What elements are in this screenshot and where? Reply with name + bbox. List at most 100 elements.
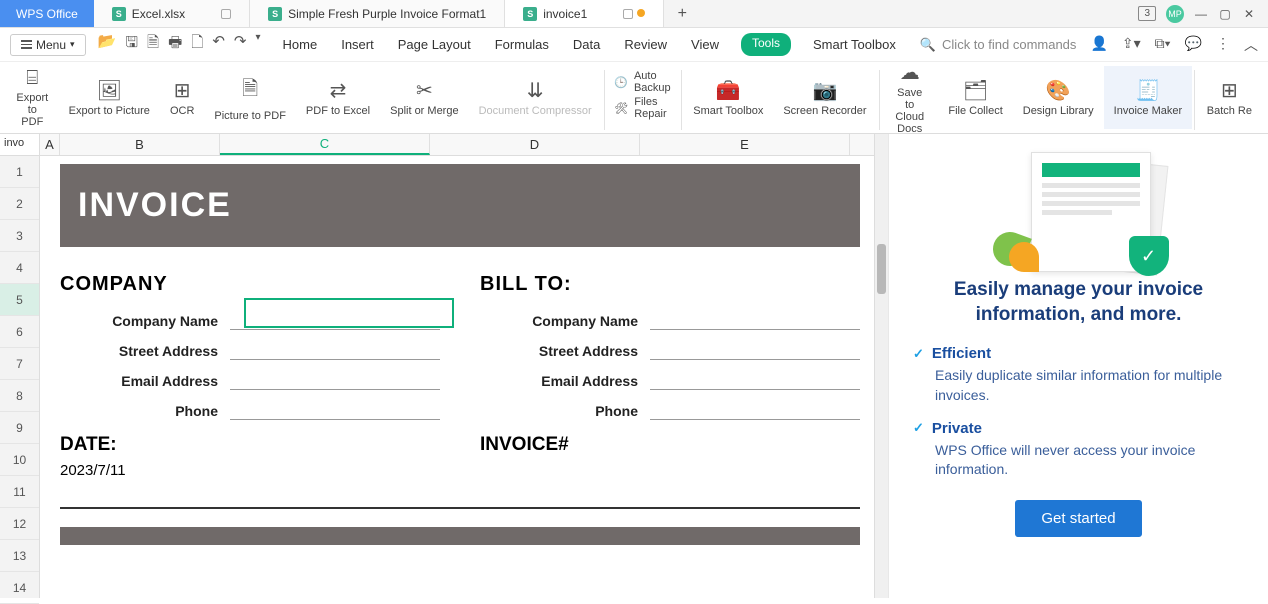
row-header-11[interactable]: 11 [0, 476, 39, 508]
user-avatar[interactable]: MP [1166, 5, 1184, 23]
tool-picture-to-pdf[interactable]: 🗎Picture to PDF [204, 66, 296, 129]
tool-smart-toolbox[interactable]: 🧰Smart Toolbox [683, 66, 773, 129]
row-header-2[interactable]: 2 [0, 188, 39, 220]
tool-auto-backup[interactable]: 🕒Auto Backup [614, 70, 670, 94]
row-gutter: invo 1234567891011121314 [0, 134, 40, 598]
name-box[interactable]: invo [0, 134, 39, 156]
row-header-3[interactable]: 3 [0, 220, 39, 252]
invoiceno-heading: INVOICE# [480, 434, 860, 456]
share-icon[interactable]: ⇪▾ [1122, 35, 1141, 55]
user-icon[interactable]: 👤 [1090, 35, 1107, 55]
bt-email-input[interactable] [650, 372, 860, 390]
tool-screen-recorder[interactable]: 📷Screen Recorder [773, 66, 876, 129]
ribbon-tab-formulas[interactable]: Formulas [493, 33, 551, 56]
row-header-8[interactable]: 8 [0, 380, 39, 412]
ribbon-tab-data[interactable]: Data [571, 33, 602, 56]
row-header-6[interactable]: 6 [0, 316, 39, 348]
close-window-button[interactable]: ✕ [1242, 7, 1256, 21]
get-started-button[interactable]: Get started [1015, 500, 1141, 537]
company-heading: COMPANY [60, 273, 440, 296]
tool-split-merge[interactable]: ✂Split or Merge [380, 66, 468, 129]
doc-tab-1[interactable]: S Excel.xlsx [94, 0, 250, 27]
row-header-1[interactable]: 1 [0, 156, 39, 188]
tool-design-library[interactable]: 🎨Design Library [1013, 66, 1104, 129]
bt-phone-input[interactable] [650, 402, 860, 420]
window-icon[interactable]: ⧉▾ [1155, 35, 1171, 55]
ribbon-tab-home[interactable]: Home [281, 33, 320, 56]
doc-tab-3[interactable]: S invoice1 [505, 0, 664, 27]
maximize-button[interactable]: ▢ [1218, 7, 1232, 21]
tool-batch[interactable]: ⊞Batch Re [1197, 66, 1262, 129]
street-input[interactable] [230, 342, 440, 360]
tab-window-icon[interactable] [221, 9, 231, 19]
feature-efficient: Efficient Easily duplicate similar infor… [913, 345, 1244, 405]
shield-check-icon: ✓ [1129, 236, 1169, 276]
collapse-ribbon-icon[interactable]: ︿ [1244, 35, 1258, 55]
print-icon[interactable]: 🖶 [168, 32, 182, 57]
scroll-thumb[interactable] [877, 244, 886, 294]
row-header-13[interactable]: 13 [0, 540, 39, 572]
tab-window-icon[interactable] [623, 9, 633, 19]
feature-desc: WPS Office will never access your invoic… [935, 441, 1244, 480]
split-icon: ✂ [416, 78, 433, 103]
row-header-9[interactable]: 9 [0, 412, 39, 444]
ribbon-tab-view[interactable]: View [689, 33, 721, 56]
tool-ocr[interactable]: ⊞OCR [160, 66, 204, 129]
feature-title: Efficient [913, 345, 1244, 362]
ribbon-tab-insert[interactable]: Insert [339, 33, 376, 56]
ribbon-tab-pagelayout[interactable]: Page Layout [396, 33, 473, 56]
ribbon-tab-tools[interactable]: Tools [741, 33, 791, 56]
bt-company-input[interactable] [650, 312, 860, 330]
col-header-c[interactable]: C [220, 134, 430, 155]
qat-more-icon[interactable]: ▾ [255, 32, 260, 57]
preview-icon[interactable]: 🗋 [191, 32, 203, 57]
tool-export-picture[interactable]: 🖼Export to Picture [59, 66, 160, 129]
new-tab-button[interactable]: + [664, 0, 700, 27]
col-header-e[interactable]: E [640, 134, 850, 155]
row-header-5[interactable]: 5 [0, 284, 39, 316]
ribbon-tab-smarttoolbox[interactable]: Smart Toolbox [811, 33, 898, 56]
toolbox-icon: 🧰 [716, 78, 741, 103]
pdf-excel-icon: ⇄ [330, 78, 347, 103]
undo-icon[interactable]: ↶ [212, 32, 225, 57]
active-cell[interactable] [244, 298, 454, 328]
vertical-scrollbar[interactable] [874, 134, 888, 598]
feature-private: Private WPS Office will never access you… [913, 420, 1244, 480]
row-header-4[interactable]: 4 [0, 252, 39, 284]
row-header-14[interactable]: 14 [0, 572, 39, 604]
bt-street-input[interactable] [650, 342, 860, 360]
col-header-d[interactable]: D [430, 134, 640, 155]
phone-input[interactable] [230, 402, 440, 420]
col-header-a[interactable]: A [40, 134, 60, 155]
unsaved-dot-icon [637, 9, 645, 17]
tool-export-pdf[interactable]: ⌸Export to PDF [6, 66, 59, 129]
panel-illustration: ✓ [989, 152, 1169, 272]
minimize-button[interactable]: — [1194, 7, 1208, 21]
command-search[interactable]: 🔍 Click to find commands [920, 37, 1077, 53]
email-label: Email Address [121, 373, 218, 389]
grid[interactable]: A B C D E INVOICE COMPANY Company Name S… [40, 134, 874, 598]
row-header-7[interactable]: 7 [0, 348, 39, 380]
email-input[interactable] [230, 372, 440, 390]
main-menu-button[interactable]: Menu ▾ [10, 34, 86, 56]
tool-pdf-to-excel[interactable]: ⇄PDF to Excel [296, 66, 380, 129]
doc-tab-2[interactable]: S Simple Fresh Purple Invoice Format1 [250, 0, 505, 27]
more-icon[interactable]: ⋮ [1216, 35, 1230, 55]
tool-invoice-maker[interactable]: 🧾Invoice Maker [1104, 66, 1192, 129]
chevron-down-icon: ▾ [70, 39, 75, 50]
ribbon-tab-review[interactable]: Review [622, 33, 669, 56]
tool-files-repair[interactable]: 🛠Files Repair [614, 96, 670, 120]
row-header-12[interactable]: 12 [0, 508, 39, 540]
tool-save-cloud[interactable]: ☁Save to Cloud Docs [881, 66, 938, 129]
row-header-10[interactable]: 10 [0, 444, 39, 476]
saveas-icon[interactable]: 🗎 [147, 32, 159, 57]
save-icon[interactable]: 🖫 [125, 32, 138, 57]
redo-icon[interactable]: ↷ [234, 32, 247, 57]
sheet-canvas[interactable]: INVOICE COMPANY Company Name Street Addr… [40, 164, 874, 545]
open-icon[interactable]: 📂 [98, 32, 117, 57]
date-value[interactable]: 2023/7/11 [60, 462, 440, 479]
tool-file-collect[interactable]: 🗂File Collect [938, 66, 1012, 129]
chat-icon[interactable]: 💬 [1185, 35, 1202, 55]
window-count-badge[interactable]: 3 [1138, 6, 1156, 21]
col-header-b[interactable]: B [60, 134, 220, 155]
